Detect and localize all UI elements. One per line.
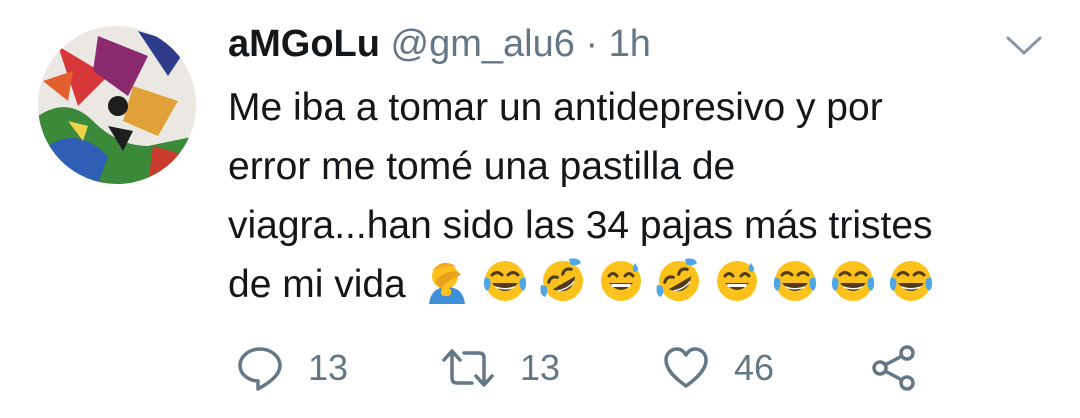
tweet-text-line-last: de mi vida (228, 255, 1058, 314)
reply-button[interactable]: 13 (236, 342, 348, 394)
tweet-text-line: Me iba a tomar un antidepresivo y por (228, 86, 883, 129)
tweet-text-fragment: de mi vida (228, 263, 406, 306)
like-count: 46 (734, 347, 775, 388)
display-name[interactable]: aMGoLu (228, 23, 380, 65)
retweet-button[interactable]: 13 (440, 342, 560, 394)
tweet-text: Me iba a tomar un antidepresivo y por er… (228, 78, 1058, 314)
like-button[interactable]: 46 (662, 342, 774, 394)
person-facepalming-emoji-icon (423, 257, 471, 305)
reply-count: 13 (308, 347, 349, 388)
share-button[interactable] (870, 342, 918, 394)
tweet-text-line: viagra...han sido las 34 pajas más trist… (228, 204, 933, 247)
emoji-row (423, 257, 945, 305)
chevron-down-icon[interactable] (1004, 34, 1044, 58)
grinning-face-with-sweat-emoji-icon (597, 257, 645, 305)
face-with-tears-of-joy-emoji-icon (771, 257, 819, 305)
reply-icon (236, 344, 284, 392)
user-handle[interactable]: @gm_alu6 (391, 23, 575, 65)
share-icon (870, 344, 918, 392)
face-with-tears-of-joy-emoji-icon (829, 257, 877, 305)
like-icon (662, 344, 710, 392)
retweet-icon (440, 344, 496, 392)
rolling-on-the-floor-laughing-emoji-icon (539, 257, 587, 305)
separator-dot: · (585, 23, 599, 65)
rolling-on-the-floor-laughing-emoji-icon (655, 257, 703, 305)
timestamp[interactable]: 1h (609, 23, 651, 65)
tweet[interactable]: aMGoLu @gm_alu6 · 1h Me iba a tomar un a… (0, 0, 1080, 418)
avatar-image (38, 26, 196, 184)
grinning-face-with-sweat-emoji-icon (713, 257, 761, 305)
tweet-text-line: error me tomé una pastilla de (228, 145, 736, 188)
face-with-tears-of-joy-emoji-icon (481, 257, 529, 305)
face-with-tears-of-joy-emoji-icon (887, 257, 935, 305)
avatar[interactable] (38, 26, 196, 184)
retweet-count: 13 (520, 347, 561, 388)
tweet-header: aMGoLu @gm_alu6 · 1h (228, 20, 651, 68)
